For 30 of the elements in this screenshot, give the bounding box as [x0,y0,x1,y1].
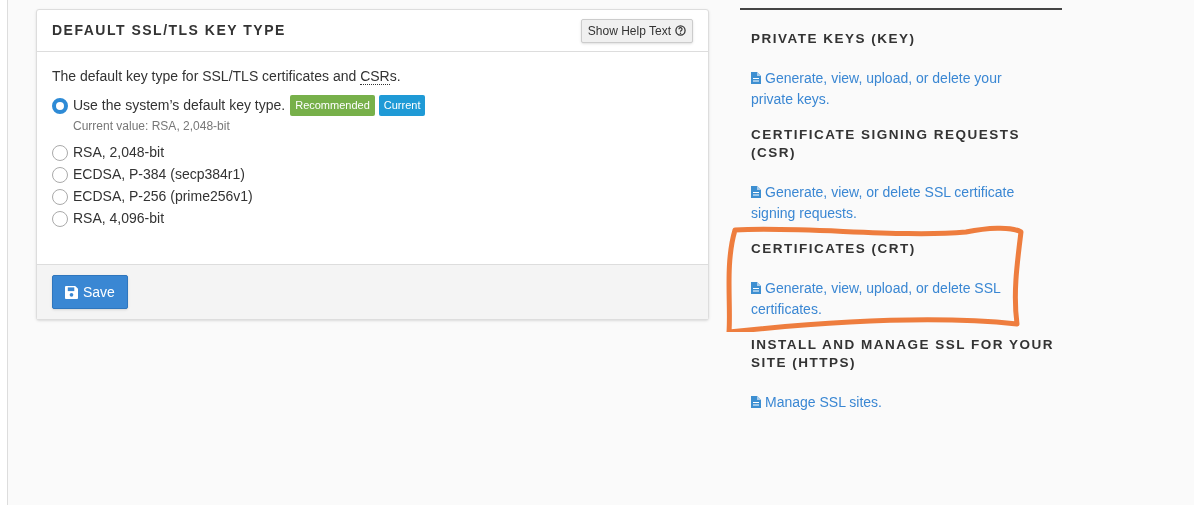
current-value-note: Current value: RSA, 2,048-bit [73,118,231,135]
document-icon [751,186,761,198]
document-icon [751,396,761,408]
radio-button[interactable] [52,145,68,161]
radio-button[interactable] [52,189,68,205]
option-label: ECDSA, P-384 (secp384r1) [73,165,245,184]
option-label: RSA, 4,096-bit [73,209,165,228]
section-heading: INSTALL AND MANAGE SSL FOR YOUR SITE (HTTPS) [751,336,1054,372]
section-heading: CERTIFICATE SIGNING REQUESTS (CSR) [751,126,1021,162]
status-label: Current [378,95,426,116]
document-icon [751,72,761,84]
card-title: DEFAULT SSL/TLS KEY TYPE [52,21,286,40]
section-link[interactable]: Generate, view, or delete SSL certificate signing requests. [751,182,1036,224]
radio-button[interactable] [52,211,68,227]
option-label: Use the system’s default key type. [73,96,286,115]
section-link[interactable]: Generate, view, upload, or delete your private keys. [751,68,1036,110]
status-label: Recommended [290,95,375,116]
radio-button[interactable] [52,167,68,183]
section-link[interactable]: Generate, view, upload, or delete SSL certificates. [751,278,1036,320]
help-icon [675,25,686,36]
section-heading: CERTIFICATES (CRT) [751,240,917,258]
option-label: RSA, 2,048-bit [73,143,165,162]
save-button[interactable]: Save [52,275,128,309]
description-text: The default key type for SSL/TLS certificates and CSRs. [52,67,402,87]
help-button[interactable]: Show Help Text [580,18,693,43]
section-heading: PRIVATE KEYS (KEY) [751,30,917,48]
section-link[interactable]: Manage SSL sites. [751,392,1036,413]
document-icon [751,282,761,294]
option-label: ECDSA, P-256 (prime256v1) [73,187,253,206]
radio-button[interactable] [52,98,68,114]
